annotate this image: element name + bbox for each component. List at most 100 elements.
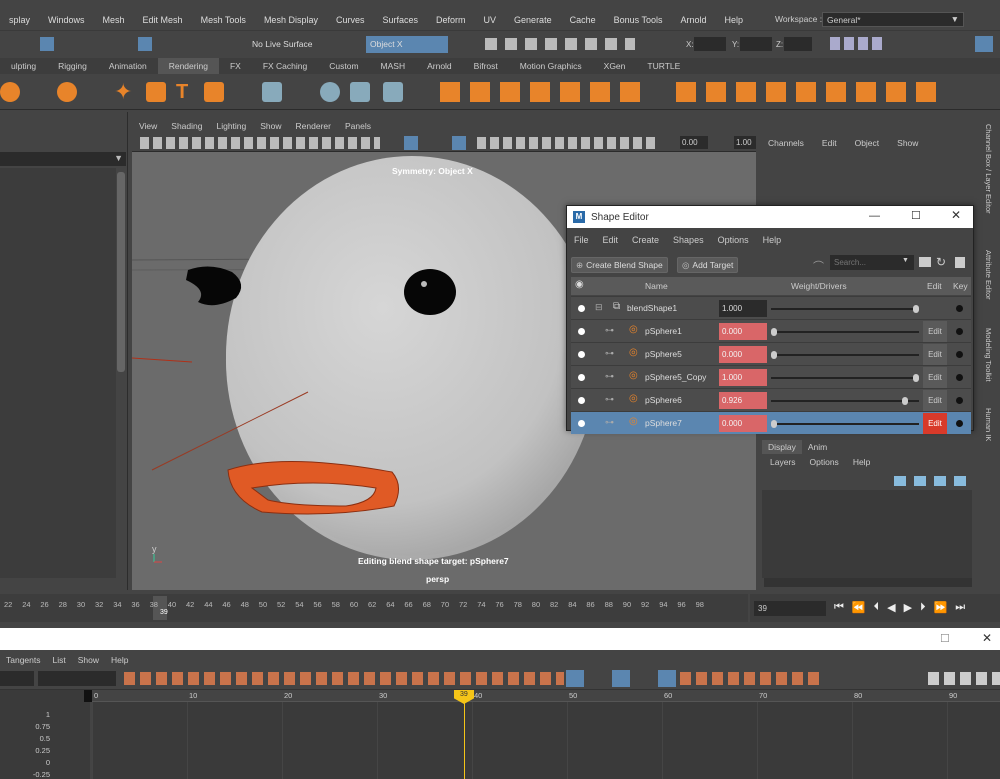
step-forward-icon[interactable]: ⏵: [920, 601, 926, 614]
play-icon[interactable]: ▶: [904, 601, 912, 614]
shape-row[interactable]: ⊶ ◎ pSphere5 0.000 Edit: [571, 342, 971, 365]
x-field[interactable]: [694, 37, 726, 51]
shelf-text-icon[interactable]: T: [176, 82, 196, 102]
graph-tool-icons-3[interactable]: [928, 672, 1000, 685]
visibility-dot[interactable]: [578, 351, 585, 358]
main-menu-item-0[interactable]: splay: [0, 15, 39, 25]
isolate-icon[interactable]: [404, 136, 418, 150]
shelf-tab-5[interactable]: FX Caching: [252, 58, 318, 74]
layer-tab-display[interactable]: Display: [762, 440, 802, 454]
shelf-tab-10[interactable]: Motion Graphics: [509, 58, 593, 74]
main-menu-item-1[interactable]: Windows: [39, 15, 94, 25]
shape-row[interactable]: ⊶ ◎ pSphere5_Copy 1.000 Edit: [571, 365, 971, 388]
visibility-dot[interactable]: [578, 305, 585, 312]
visibility-dot[interactable]: [578, 374, 585, 381]
new-folder-icon[interactable]: [919, 257, 931, 267]
search-dropdown-icon[interactable]: ▼: [902, 257, 909, 264]
viewport-tool-icons-2[interactable]: [477, 137, 657, 149]
workspace-select[interactable]: General* ▼: [822, 12, 964, 27]
close-icon[interactable]: ✕: [951, 208, 961, 222]
create-blend-shape-button[interactable]: ⊕ Create Blend Shape: [571, 257, 668, 273]
channel-box-menu-item-1[interactable]: Edit: [822, 138, 837, 148]
channel-box-menu-item-3[interactable]: Show: [897, 138, 918, 148]
viewport-menu-item-0[interactable]: View: [132, 121, 164, 131]
layer-menu-item-0[interactable]: Layers: [770, 457, 796, 467]
graph-menu-item-2[interactable]: Show: [72, 655, 105, 665]
maximize-icon[interactable]: ☐: [940, 632, 950, 645]
current-frame-field[interactable]: 39: [754, 601, 826, 616]
graph-editor-titlebar[interactable]: ☐ ✕: [0, 628, 1000, 650]
weight-field[interactable]: 1.000: [719, 300, 767, 317]
shape-editor-menu-item-1[interactable]: Edit: [596, 235, 626, 245]
add-target-button[interactable]: ◎ Add Target: [677, 257, 739, 273]
shape-editor-menu-item-5[interactable]: Help: [756, 235, 789, 245]
outliner-dropdown[interactable]: ▼: [0, 152, 126, 166]
main-menu-item-12[interactable]: Bonus Tools: [605, 15, 672, 25]
graph-tool-icons[interactable]: [124, 672, 564, 685]
main-menu-item-3[interactable]: Edit Mesh: [134, 15, 192, 25]
main-menu-item-2[interactable]: Mesh: [94, 15, 134, 25]
play-back-icon[interactable]: ◀: [887, 601, 895, 614]
step-back-icon[interactable]: ⏴: [874, 601, 880, 614]
weight-field[interactable]: 0.000: [719, 323, 767, 340]
key-dot[interactable]: [956, 374, 963, 381]
shelf-grid-icon[interactable]: [262, 82, 282, 102]
main-menu-item-9[interactable]: UV: [475, 15, 506, 25]
main-menu-item-6[interactable]: Curves: [327, 15, 374, 25]
modeling-toolkit-tab[interactable]: Modeling Toolkit: [984, 328, 993, 382]
key-dot[interactable]: [956, 351, 963, 358]
shape-editor-menu-item-4[interactable]: Options: [711, 235, 756, 245]
main-menu-item-8[interactable]: Deform: [427, 15, 475, 25]
graph-canvas[interactable]: 0 10 20 30 40 50 60 70 80 90 39: [84, 690, 1000, 779]
shape-row[interactable]: ⊟ ⧉ blendShape1 1.000: [571, 296, 971, 319]
layer-menu-item-2[interactable]: Help: [853, 457, 870, 467]
layer-menu-item-1[interactable]: Options: [810, 457, 839, 467]
outliner-list[interactable]: [0, 168, 116, 578]
maximize-icon[interactable]: ☐: [911, 209, 921, 222]
viewport-menu-item-5[interactable]: Panels: [338, 121, 378, 131]
edit-button[interactable]: Edit: [923, 390, 947, 411]
shelf-mash-icons[interactable]: [440, 82, 640, 102]
shelf-field-icon[interactable]: [350, 82, 370, 102]
viewport-field-2[interactable]: 1.00: [734, 136, 756, 149]
main-menu-item-7[interactable]: Surfaces: [373, 15, 427, 25]
weight-field[interactable]: 0.000: [719, 346, 767, 363]
slider-knob[interactable]: [771, 420, 777, 428]
link-icon[interactable]: ⌒: [813, 258, 824, 274]
shelf-sphere-icon[interactable]: [0, 82, 20, 102]
viewport-menu-item-1[interactable]: Shading: [164, 121, 209, 131]
layer-tab-anim[interactable]: Anim: [801, 440, 834, 454]
attribute-editor-tab[interactable]: Attribute Editor: [984, 250, 993, 300]
edit-button[interactable]: Edit: [923, 413, 947, 434]
layer-scrollbar[interactable]: [764, 578, 972, 587]
graph-field-2[interactable]: [38, 671, 116, 686]
go-to-start-icon[interactable]: ⏮: [834, 601, 844, 614]
select-mode-icon[interactable]: [40, 37, 54, 51]
graph-outliner[interactable]: 1 0.75 0.5 0.25 0 -0.25: [0, 690, 90, 779]
refresh-icon[interactable]: ↻: [936, 255, 946, 269]
playback-buttons[interactable]: ⏮ ⏪ ⏴ ◀ ▶ ⏵ ⏩ ⏭: [834, 601, 965, 614]
snap-grid-icon[interactable]: [138, 37, 152, 51]
shape-editor-menu-item-2[interactable]: Create: [625, 235, 666, 245]
shape-editor-menu-item-3[interactable]: Shapes: [666, 235, 711, 245]
visibility-eye-icon[interactable]: ◉: [575, 279, 584, 290]
shelf-tab-8[interactable]: Arnold: [416, 58, 463, 74]
weight-slider[interactable]: [771, 374, 919, 382]
shelf-emitter-icon[interactable]: [320, 82, 340, 102]
layer-list[interactable]: [762, 490, 972, 578]
shelf-tab-4[interactable]: FX: [219, 58, 252, 74]
viewport-menu-item-4[interactable]: Renderer: [289, 121, 338, 131]
go-to-end-icon[interactable]: ⏭: [955, 601, 965, 614]
shelf-curve-icon[interactable]: [146, 82, 166, 102]
outliner-scrollbar[interactable]: [117, 172, 125, 372]
step-forward-key-icon[interactable]: ⏩: [934, 601, 948, 614]
graph-tool-active-icons[interactable]: [566, 670, 676, 687]
shape-editor-titlebar[interactable]: M Shape Editor — ☐ ✕: [567, 206, 973, 228]
weight-slider[interactable]: [771, 420, 919, 428]
main-menu-item-10[interactable]: Generate: [505, 15, 561, 25]
slider-knob[interactable]: [913, 305, 919, 313]
shelf-tab-9[interactable]: Bifrost: [463, 58, 509, 74]
channel-box-menu-item-2[interactable]: Object: [855, 138, 880, 148]
panel-toggle-icon[interactable]: [975, 36, 993, 52]
graph-field-1[interactable]: [0, 671, 34, 686]
